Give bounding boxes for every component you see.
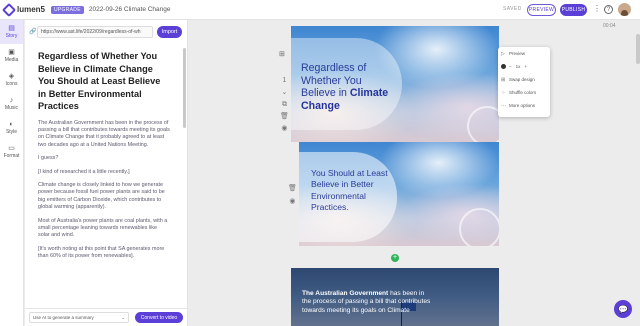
add-scene-button[interactable]: + [391,254,399,262]
scene-2[interactable]: You Should at Least Believe in Better En… [299,142,499,246]
menu-font-size[interactable]: − 1x + [498,60,550,73]
menu-shuffle-colors[interactable]: ⁘ Shuffle colors [498,86,550,99]
play-icon: ▷ [501,50,505,57]
url-row: 🔗 Import [29,25,184,38]
icons-icon: ◈ [8,73,15,80]
more-icon: ··· [501,102,506,109]
scene3-text[interactable]: The Australian Government has been in th… [302,290,432,315]
import-button[interactable]: Import [157,25,182,38]
chevron-down-icon: ⌄ [121,314,125,320]
nav-story-label: Story [5,33,18,39]
story-footer: Use AI to generate a summary ⌄ Convert t… [25,308,188,326]
format-icon: ▭ [8,145,15,152]
scene-3[interactable]: The Australian Government has been in th… [291,268,499,326]
delete-icon[interactable]: 🗑 [288,182,297,195]
preview-button[interactable]: PREVIEW [527,4,556,16]
story-paragraph[interactable]: The Australian Government has been in th… [38,120,170,150]
plus-icon[interactable]: + [524,64,527,69]
logo[interactable]: lumen5 [1,2,46,17]
color-swatch-icon [501,64,506,69]
nav-icons[interactable]: ◈ Icons [0,68,23,92]
drag-handle-icon[interactable]: ⌄ [282,87,288,99]
nav-music-label: Music [4,105,19,111]
scene3-text-highlight: The Australian Government [302,290,389,297]
nav-music[interactable]: ♪ Music [0,92,23,116]
url-input[interactable] [37,25,153,38]
menu-swap-design-label: Swap design [509,77,535,82]
story-paragraph[interactable]: Climate change is closely linked to how … [38,182,170,212]
add-scene-icon[interactable]: ⊞ [279,50,285,58]
story-icon: ▤ [8,25,15,32]
menu-more-options[interactable]: ··· More options [498,99,550,112]
publish-button[interactable]: PUBLISH [560,4,587,16]
chat-support-icon[interactable]: 💬 [614,300,632,318]
story-editor[interactable]: Regardless of Whether You Believe in Cli… [25,42,188,304]
ai-summary-select[interactable]: Use AI to generate a summary ⌄ [29,312,129,323]
ai-summary-label: Use AI to generate a summary [33,315,94,320]
nav-media-label: Media [4,57,19,63]
upgrade-badge[interactable]: UPGRADE [51,5,84,14]
nav-format-label: Format [3,153,20,159]
story-panel: 🔗 Import Regardless of Whether You Belie… [25,20,188,326]
menu-shuffle-colors-label: Shuffle colors [509,90,537,95]
style-icon: ◐ [9,121,14,128]
link-icon: 🔗 [29,29,37,35]
menu-more-options-label: More options [509,103,536,108]
swap-design-icon: ⊞ [501,76,506,83]
nav-style[interactable]: ◐ Style [0,116,23,140]
menu-preview[interactable]: ▷ Preview [498,47,550,60]
story-paragraph[interactable]: [It's worth noting at this point that SA… [38,246,170,261]
minus-icon[interactable]: − [509,64,512,69]
scene-options-menu: ▷ Preview − 1x + ⊞ Swap design ⁘ Shuffle… [498,47,550,117]
media-icon: ▣ [8,49,15,56]
project-title[interactable]: 2022-09-26 Climate Change [89,6,171,13]
nav-story[interactable]: ▤ Story [0,20,23,44]
canvas-scrollbar[interactable] [636,34,640,64]
scene-number-icon: 1 [282,77,287,84]
story-paragraph[interactable]: I guess? [38,155,170,162]
scene2-text[interactable]: You Should at Least Believe in Better En… [311,168,391,213]
scene-1[interactable]: Regardless of Whether You Believe in Cli… [291,26,499,142]
visibility-icon[interactable]: ◉ [289,195,295,208]
scene1-tools: 1 ⌄ ⧉ 🗑 ◉ [280,75,289,135]
app-name: lumen5 [17,5,46,14]
nav-icons-label: Icons [5,81,18,87]
lumen5-logo-icon [1,2,17,17]
scene2-text-box[interactable]: You Should at Least Believe in Better En… [299,152,397,242]
left-nav: ▤ Story ▣ Media ◈ Icons ♪ Music ◐ Style … [0,20,24,326]
saved-status: SAVED [503,6,522,12]
top-bar: lumen5 UPGRADE 2022-09-26 Climate Change… [0,0,640,20]
story-scrollbar[interactable] [183,48,186,128]
nav-media[interactable]: ▣ Media [0,44,23,68]
convert-to-video-button[interactable]: Convert to video [135,312,183,323]
shuffle-icon: ⁘ [501,89,506,96]
scene1-text[interactable]: Regardless of Whether You Believe in Cli… [301,62,396,112]
story-title[interactable]: Regardless of Whether You Believe in Cli… [38,50,170,113]
nav-format[interactable]: ▭ Format [0,140,23,164]
music-icon: ♪ [9,97,14,104]
avatar[interactable] [618,3,631,16]
video-duration: 00:04 [603,23,616,29]
font-size-value: 1x [515,64,521,69]
visibility-icon[interactable]: ◉ [281,123,287,135]
story-paragraph[interactable]: Most of Australia's power plants are coa… [38,218,170,240]
menu-preview-label: Preview [509,51,526,56]
menu-swap-design[interactable]: ⊞ Swap design [498,73,550,86]
delete-icon[interactable]: 🗑 [280,111,289,123]
decorative-ring [459,208,499,246]
more-options-icon[interactable]: ⋮ [593,4,601,13]
nav-style-label: Style [5,129,18,135]
scene2-tools: 🗑 ◉ [288,182,297,208]
scene-canvas: 00:04 ⊞ 1 ⌄ ⧉ 🗑 ◉ Regardless of Whether … [189,20,640,326]
help-icon[interactable]: ? [604,5,613,14]
story-paragraph[interactable]: [I kind of researched it a little recent… [38,169,170,176]
decorative-ring [467,106,499,142]
duplicate-icon[interactable]: ⧉ [282,99,287,111]
scene1-text-box[interactable]: Regardless of Whether You Believe in Cli… [291,38,402,130]
